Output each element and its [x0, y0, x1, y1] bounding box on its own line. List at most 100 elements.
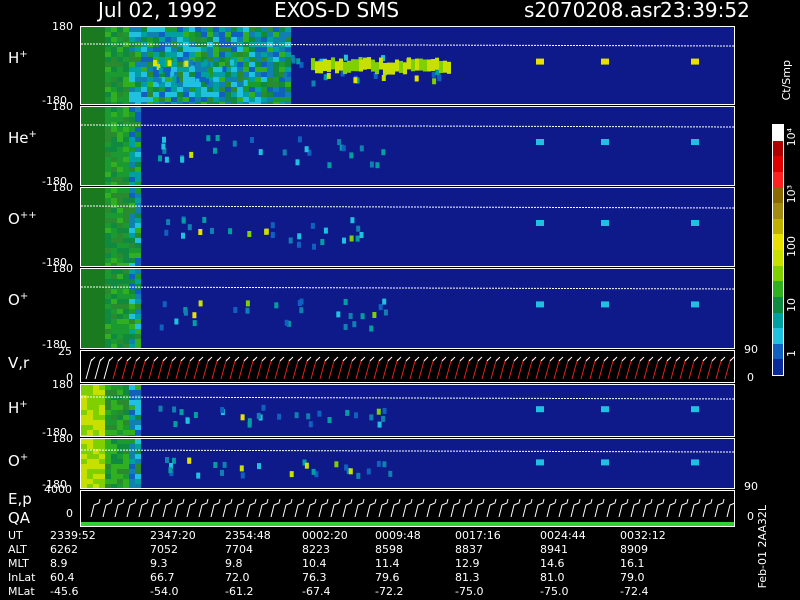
ephemeris-cell: 0009:48: [375, 529, 421, 542]
heat-cell: [207, 52, 213, 57]
heat-cell: [87, 385, 93, 390]
heat-cell: [369, 325, 374, 332]
heat-cell: [123, 188, 129, 193]
heat-cell: [225, 72, 231, 77]
heat-cell: [99, 117, 105, 122]
heat-cell: [189, 37, 195, 42]
heat-cell: [273, 32, 279, 37]
heat-cell: [81, 188, 87, 193]
heat-cell: [135, 329, 141, 334]
ep-tooth: [714, 498, 725, 518]
heat-cell: [147, 62, 153, 67]
heat-cell: [111, 439, 117, 444]
heat-cell: [141, 72, 147, 77]
heat-cell: [111, 435, 117, 436]
vr-tooth: [643, 358, 651, 380]
heat-cell: [99, 182, 105, 185]
heat-cell: [183, 67, 189, 72]
heat-cell: [117, 420, 123, 425]
heat-cell: [99, 52, 105, 57]
heat-cell: [279, 52, 285, 57]
heat-cell: [123, 464, 129, 469]
heat-cell: [135, 167, 141, 172]
heat-cell: [245, 300, 250, 307]
heat-cell: [165, 457, 169, 463]
heat-cell: [93, 157, 99, 162]
heat-cell: [183, 32, 189, 37]
heat-cell: [117, 162, 123, 167]
heat-cell: [147, 97, 153, 102]
heat-cell: [93, 72, 99, 77]
heat-cell: [304, 462, 309, 469]
heat-cell: [123, 208, 129, 213]
heat-cell: [99, 62, 105, 67]
heat-cell: [99, 410, 105, 415]
heat-cell: [432, 78, 437, 85]
heat-cell: [105, 52, 111, 57]
colorbar-tick-label: 10⁴: [785, 128, 798, 147]
heat-cell: [111, 263, 117, 266]
heat-cell: [377, 421, 382, 428]
heat-cell: [105, 390, 111, 395]
heat-cell: [304, 146, 309, 153]
heat-cell: [249, 32, 255, 37]
vr-tooth: [283, 358, 291, 380]
heat-cell: [135, 238, 141, 243]
heat-cell: [93, 102, 99, 104]
heat-cell: [344, 464, 349, 471]
vr-tooth: [391, 358, 399, 380]
heat-cell: [147, 37, 153, 42]
heat-cell: [249, 77, 255, 82]
vr-tooth: [499, 358, 507, 380]
ephemeris-cell: 72.0: [225, 571, 250, 584]
heat-cell: [105, 279, 111, 284]
heat-cell: [179, 409, 184, 416]
heat-cell: [129, 52, 135, 57]
heat-cell: [111, 137, 117, 142]
heat-cell: [93, 172, 99, 177]
heat-cell: [135, 57, 141, 62]
heat-cell: [93, 269, 99, 274]
heat-cell: [117, 405, 123, 410]
heat-cell: [81, 435, 87, 436]
heat-cell: [161, 143, 166, 150]
heat-cell: [123, 454, 129, 459]
heat-cell: [171, 67, 177, 72]
heat-cell: [135, 142, 141, 147]
heat-cell: [93, 77, 99, 82]
heat-cell: [255, 32, 261, 37]
heat-cell: [99, 47, 105, 52]
heat-cell: [215, 135, 220, 141]
heat-cell: [177, 67, 183, 72]
heat-cell: [93, 329, 99, 334]
heat-cell: [123, 152, 129, 157]
heat-cell: [81, 52, 87, 57]
heat-cell: [105, 77, 111, 82]
heat-cell: [273, 82, 279, 87]
heat-cell: [255, 62, 261, 67]
heat-cell: [105, 32, 111, 37]
ephemeris-cell: 81.0: [540, 571, 565, 584]
heat-cell: [183, 92, 189, 97]
heat-cell: [355, 59, 359, 72]
heat-cell: [117, 314, 123, 319]
heat-cell: [129, 157, 135, 162]
heat-cell: [354, 412, 358, 419]
heat-cell: [99, 324, 105, 329]
heat-cell: [232, 140, 237, 147]
heat-cell: [273, 27, 279, 32]
heat-cell: [117, 57, 123, 62]
heat-cell: [367, 57, 371, 70]
heat-cell: [123, 304, 129, 309]
heat-cell: [135, 137, 141, 142]
heat-cell: [219, 92, 225, 97]
heat-cell: [87, 430, 93, 435]
heat-cell: [117, 107, 123, 112]
heat-cell: [189, 47, 195, 52]
heat-cell: [285, 37, 291, 42]
heat-cell: [117, 218, 123, 223]
heat-cell: [81, 304, 87, 309]
heat-cell: [123, 57, 129, 62]
vr-tooth: [544, 358, 552, 380]
heat-cell: [99, 243, 105, 248]
